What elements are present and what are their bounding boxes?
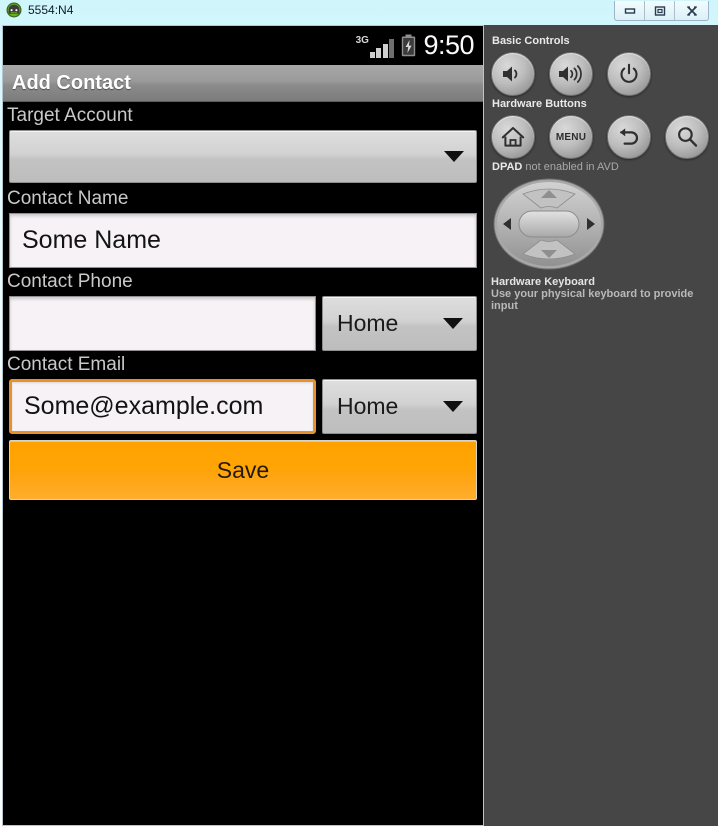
maximize-icon	[654, 5, 665, 16]
hardware-buttons-row: MENU	[491, 115, 718, 159]
signal-strength-bars	[369, 38, 395, 58]
status-bar-clock: 9:50	[423, 30, 474, 60]
close-button[interactable]	[675, 1, 708, 20]
power-icon	[620, 63, 638, 83]
home-icon	[501, 127, 525, 147]
contact-phone-label: Contact Phone	[7, 271, 133, 292]
contact-name-label: Contact Name	[7, 188, 129, 209]
contact-email-value: Some@example.com	[24, 392, 264, 420]
android-status-bar: 3G 9:50	[3, 26, 483, 65]
speaker-low-icon	[503, 66, 518, 82]
search-icon	[678, 127, 698, 147]
minimize-icon	[624, 7, 635, 14]
contact-name-row: Some Name	[3, 213, 483, 268]
contact-name-input[interactable]: Some Name	[9, 213, 477, 268]
dpad-wrap	[493, 178, 718, 270]
page-title: Add Contact	[12, 71, 131, 94]
contact-phone-row: Home	[3, 296, 483, 351]
back-button[interactable]	[607, 115, 651, 159]
target-account-spinner[interactable]	[9, 130, 477, 183]
minimize-button[interactable]	[615, 1, 645, 20]
emulator-window: 5554:N4 3G 9:50 Add Contact Target Accou…	[0, 0, 718, 828]
contact-email-input[interactable]: Some@example.com	[9, 379, 316, 434]
target-account-row	[3, 130, 483, 185]
contact-email-row: Some@example.com Home	[3, 379, 483, 434]
hardware-buttons-heading: Hardware Buttons	[492, 98, 587, 110]
home-button[interactable]	[491, 115, 535, 159]
contact-phone-input[interactable]	[9, 296, 316, 351]
power-button[interactable]	[607, 52, 651, 96]
action-bar: Add Contact	[3, 65, 483, 102]
dpad-label: DPAD	[492, 161, 523, 173]
save-button-wrap: Save	[3, 434, 483, 500]
chevron-down-icon	[444, 151, 464, 162]
dpad-heading: DPAD not enabled in AVD	[492, 161, 718, 173]
speaker-high-icon	[559, 65, 582, 83]
contact-phone-type-spinner[interactable]: Home	[322, 296, 477, 351]
save-button[interactable]: Save	[9, 440, 477, 500]
contact-name-value: Some Name	[22, 226, 161, 254]
dpad-status-label: not enabled in AVD	[522, 161, 619, 173]
network-type-label: 3G	[355, 34, 369, 46]
battery-charging-icon	[401, 34, 416, 57]
window-controls	[614, 1, 709, 21]
window-title-group: 5554:N4	[6, 2, 73, 18]
hardware-keyboard-subtitle: Use your physical keyboard to provide in…	[491, 288, 694, 312]
contact-email-type-value: Home	[337, 393, 399, 419]
android-robot-icon	[6, 2, 22, 18]
volume-up-button[interactable]	[549, 52, 593, 96]
contact-email-label: Contact Email	[7, 354, 126, 375]
contact-email-type-spinner[interactable]: Home	[322, 379, 477, 434]
dpad-control[interactable]	[493, 178, 605, 270]
target-account-label: Target Account	[7, 105, 133, 126]
search-button[interactable]	[665, 115, 709, 159]
emulator-control-panel: Basic Controls Hardware Buttons MENU DPA…	[484, 25, 718, 826]
signal-bars-icon: 3G	[356, 34, 395, 58]
save-button-label: Save	[216, 456, 270, 483]
menu-button[interactable]: MENU	[549, 115, 593, 159]
add-contact-form: Target Account Contact Name Some Name Co…	[3, 102, 483, 500]
basic-controls-heading: Basic Controls	[492, 35, 570, 47]
device-screen: 3G 9:50 Add Contact Target Account Conta…	[2, 25, 484, 826]
contact-phone-type-value: Home	[337, 310, 399, 336]
dpad-icon	[493, 178, 605, 270]
window-title-text: 5554:N4	[28, 3, 74, 17]
basic-controls-row	[491, 52, 718, 96]
back-arrow-icon	[620, 128, 639, 145]
window-title-bar[interactable]: 5554:N4	[0, 0, 718, 22]
hardware-keyboard-title: Hardware Keyboard	[491, 276, 595, 288]
chevron-down-icon	[443, 401, 463, 412]
maximize-button[interactable]	[645, 1, 675, 20]
close-icon	[686, 5, 697, 16]
menu-text-icon: MENU	[555, 131, 587, 143]
volume-down-button[interactable]	[491, 52, 535, 96]
chevron-down-icon	[443, 318, 463, 329]
hardware-keyboard-block: Hardware Keyboard Use your physical keyb…	[491, 276, 718, 312]
